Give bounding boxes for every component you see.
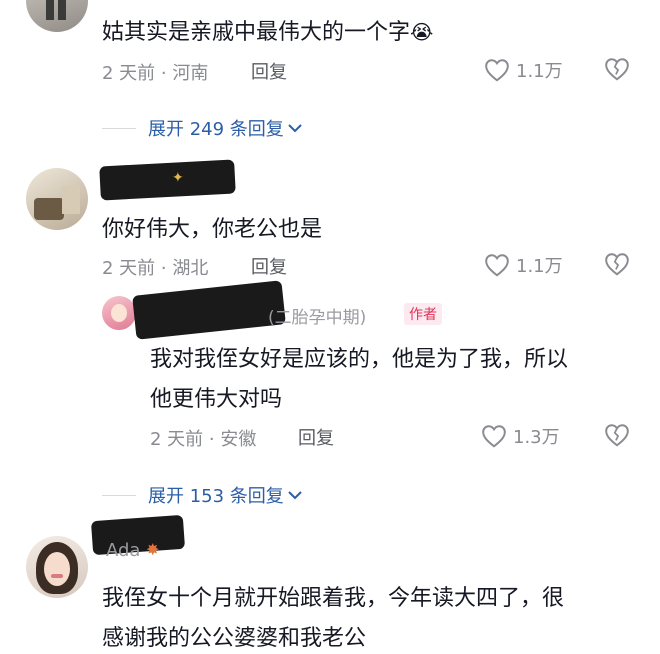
sparkle-icon: ✦ bbox=[172, 170, 184, 186]
expand-replies-button[interactable]: 展开 153 条回复 bbox=[102, 482, 304, 508]
avatar[interactable] bbox=[102, 296, 136, 330]
avatar[interactable] bbox=[26, 0, 88, 32]
like-button[interactable]: 1.3万 bbox=[481, 423, 560, 449]
reply-button[interactable]: 回复 bbox=[251, 253, 287, 279]
reply-button[interactable]: 回复 bbox=[298, 424, 334, 450]
broken-heart-icon bbox=[605, 424, 629, 447]
reply-text-line-2: 他更伟大对吗 bbox=[150, 387, 283, 412]
author-badge: 作者 bbox=[404, 303, 442, 325]
broken-heart-icon bbox=[605, 58, 629, 81]
comment-text: 姑其实是亲戚中最伟大的一个字😭 bbox=[102, 20, 434, 45]
redacted-username bbox=[132, 280, 286, 340]
heart-icon bbox=[482, 425, 506, 448]
dislike-button[interactable] bbox=[604, 252, 630, 280]
heart-icon bbox=[485, 254, 509, 277]
broken-heart-icon bbox=[605, 253, 629, 276]
comment-text: 你好伟大，你老公也是 bbox=[102, 217, 323, 242]
username-fragment: Ada bbox=[106, 540, 141, 561]
chevron-down-icon bbox=[288, 491, 302, 500]
redacted-username bbox=[99, 159, 236, 201]
comment-meta: 2 天前 · 安徽 bbox=[150, 429, 257, 450]
comment-meta: 2 天前 · 河南 bbox=[102, 63, 209, 84]
comment-meta: 2 天前 · 湖北 bbox=[102, 258, 209, 279]
like-button[interactable]: 1.1万 bbox=[484, 252, 563, 278]
avatar[interactable] bbox=[26, 168, 88, 230]
like-count: 1.1万 bbox=[516, 61, 563, 82]
crying-emoji: 😭 bbox=[410, 20, 434, 44]
maple-leaf-icon: ✸ bbox=[146, 540, 160, 559]
avatar[interactable] bbox=[26, 536, 88, 598]
reply-button[interactable]: 回复 bbox=[251, 58, 287, 84]
author-name-suffix: (二胎孕中期) bbox=[268, 308, 367, 328]
dislike-button[interactable] bbox=[604, 57, 630, 85]
comment-text-line-2: 感谢我的公公婆婆和我老公 bbox=[102, 626, 367, 651]
like-button[interactable]: 1.1万 bbox=[484, 57, 563, 83]
dislike-button[interactable] bbox=[604, 423, 630, 451]
divider bbox=[102, 127, 136, 129]
expand-replies-button[interactable]: 展开 249 条回复 bbox=[102, 115, 304, 141]
like-count: 1.1万 bbox=[516, 256, 563, 277]
reply-text-line-1: 我对我侄女好是应该的，他是为了我，所以 bbox=[150, 347, 569, 372]
chevron-down-icon bbox=[288, 124, 302, 133]
comment-text-line-1: 我侄女十个月就开始跟着我，今年读大四了，很 bbox=[102, 586, 565, 611]
like-count: 1.3万 bbox=[513, 427, 560, 448]
heart-icon bbox=[485, 59, 509, 82]
divider bbox=[102, 494, 136, 496]
